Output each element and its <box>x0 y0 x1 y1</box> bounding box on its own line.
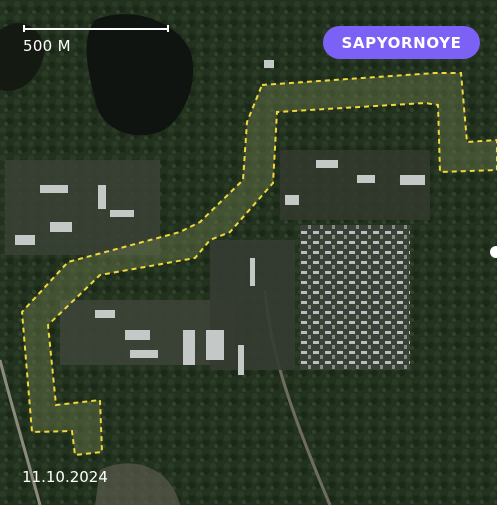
satellite-map[interactable]: 500 M SAPYORNOYE 11.10.2024 <box>0 0 497 505</box>
scale-line <box>23 28 169 30</box>
capture-date: 11.10.2024 <box>22 468 108 486</box>
scale-tick <box>23 25 25 32</box>
scale-bar: 500 M <box>23 24 169 55</box>
satellite-imagery <box>0 0 497 505</box>
location-badge: SAPYORNOYE <box>323 26 480 59</box>
settlement-block <box>300 225 410 370</box>
scale-tick <box>167 25 169 32</box>
edge-marker-icon[interactable] <box>490 246 497 258</box>
scale-label: 500 M <box>23 37 71 55</box>
